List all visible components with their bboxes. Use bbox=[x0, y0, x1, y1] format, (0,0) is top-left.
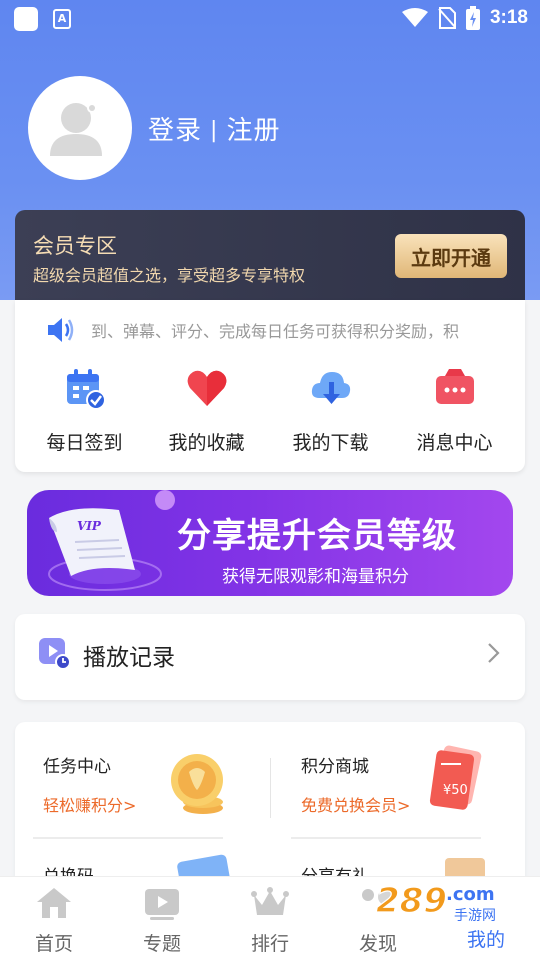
chevron-right-icon bbox=[488, 643, 500, 663]
tab-label: 发现 bbox=[358, 933, 397, 955]
coin-icon bbox=[171, 754, 223, 814]
home-icon bbox=[37, 888, 71, 918]
tab-label: 首页 bbox=[34, 933, 73, 955]
vip-subtitle: 超级会员超值之选，享受超多专享特权 bbox=[33, 266, 306, 285]
coupon-icon: ¥50 bbox=[429, 745, 482, 810]
video-icon bbox=[145, 889, 179, 920]
daily-checkin-button[interactable]: 每日签到 bbox=[21, 366, 148, 455]
tab-label: 专题 bbox=[142, 933, 181, 955]
play-record-label: 播放记录 bbox=[83, 645, 175, 671]
status-bar: A 3:18 bbox=[0, 0, 540, 36]
service-title: 积分商城 bbox=[301, 757, 369, 777]
notice-text: 到、弹幕、评分、完成每日任务可获得积分奖励，积 bbox=[91, 322, 460, 341]
notice-bar: 到、弹幕、评分、完成每日任务可获得积分奖励，积 bbox=[45, 312, 495, 348]
wifi-icon bbox=[401, 8, 428, 27]
svg-text:289: 289 bbox=[376, 881, 447, 921]
tab-label: 排行 bbox=[250, 933, 289, 955]
quick-actions-card: 到、弹幕、评分、完成每日任务可获得积分奖励，积 每日签到 我的收藏 我的下载 消… bbox=[15, 300, 525, 472]
cloud-download-icon bbox=[311, 372, 350, 404]
app-notification-icon bbox=[14, 7, 38, 31]
message-center-button[interactable]: 消息中心 bbox=[391, 366, 518, 455]
keyboard-icon: A bbox=[53, 9, 71, 29]
task-center-item[interactable]: 任务中心 轻松赚积分> bbox=[33, 752, 273, 862]
my-favorites-button[interactable]: 我的收藏 bbox=[143, 366, 270, 455]
svg-text:手游网: 手游网 bbox=[454, 908, 496, 924]
message-icon bbox=[435, 369, 474, 404]
battery-icon bbox=[465, 6, 480, 30]
tab-home[interactable]: 首页 bbox=[0, 885, 108, 956]
divider bbox=[270, 758, 271, 818]
vip-scroll-illustration: VIP bbox=[48, 490, 175, 591]
play-history-icon bbox=[39, 638, 71, 670]
clock: 3:18 bbox=[489, 7, 528, 28]
share-promo-banner[interactable]: VIP 分享提升会员等级 获得无限观影和海量积分 bbox=[27, 490, 513, 596]
quick-action-label: 消息中心 bbox=[416, 432, 493, 454]
play-record-row[interactable]: 播放记录 bbox=[15, 614, 525, 700]
default-user-icon bbox=[50, 103, 102, 156]
divider bbox=[33, 837, 223, 839]
avatar[interactable] bbox=[28, 76, 132, 180]
speaker-icon bbox=[48, 318, 74, 342]
divider bbox=[291, 837, 481, 839]
tab-ranking[interactable]: 排行 bbox=[216, 885, 324, 956]
my-downloads-button[interactable]: 我的下载 bbox=[267, 366, 394, 455]
no-sim-icon bbox=[438, 7, 456, 29]
site-watermark-logo: 289 .com 手游网 bbox=[375, 880, 496, 924]
service-title: 任务中心 bbox=[43, 757, 111, 777]
calendar-check-icon bbox=[66, 369, 106, 410]
vip-zone-banner: 会员专区 超级会员超值之选，享受超多专享特权 立即开通 bbox=[15, 210, 525, 300]
svg-text:.com: .com bbox=[446, 884, 495, 905]
vip-badge: VIP bbox=[77, 519, 102, 533]
open-vip-button[interactable]: 立即开通 bbox=[395, 234, 507, 278]
register-link[interactable]: 注册 bbox=[226, 116, 280, 146]
promo-subtitle: 获得无限观影和海量积分 bbox=[222, 567, 409, 587]
tab-label: 我的 bbox=[466, 929, 505, 951]
quick-action-label: 每日签到 bbox=[46, 432, 123, 454]
crown-icon bbox=[251, 887, 289, 915]
quick-action-label: 我的下载 bbox=[292, 432, 369, 454]
vip-title: 会员专区 bbox=[33, 234, 117, 258]
tab-topics[interactable]: 专题 bbox=[108, 885, 216, 956]
heart-icon bbox=[187, 370, 226, 406]
points-mall-item[interactable]: 积分商城 免费兑换会员> ¥50 bbox=[291, 745, 525, 862]
quick-action-label: 我的收藏 bbox=[168, 432, 245, 454]
service-subtitle: 免费兑换会员> bbox=[301, 796, 411, 815]
login-register[interactable]: 登录 | 注册 bbox=[148, 110, 280, 147]
coupon-value: ¥50 bbox=[443, 783, 468, 798]
service-subtitle: 轻松赚积分> bbox=[43, 796, 137, 815]
promo-title: 分享提升会员等级 bbox=[177, 516, 457, 556]
login-link[interactable]: 登录 bbox=[148, 116, 202, 146]
